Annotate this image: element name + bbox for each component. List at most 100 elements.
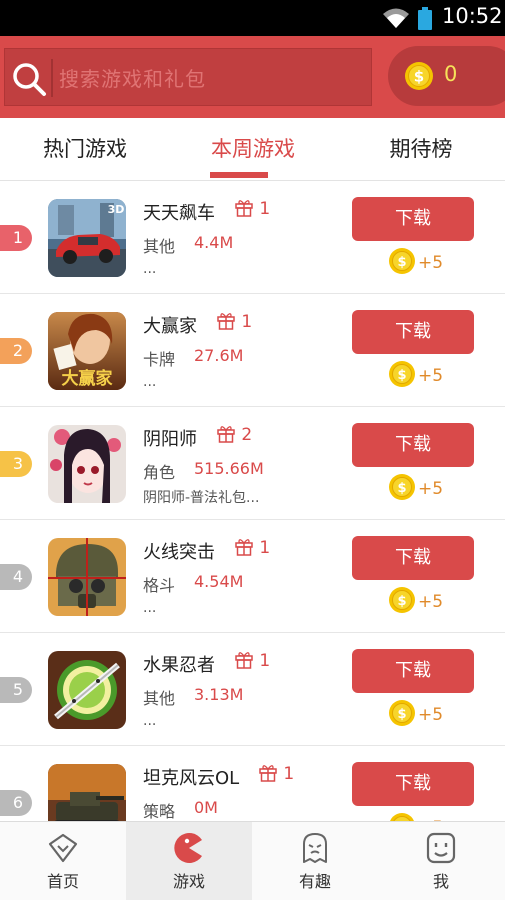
search-divider: [51, 59, 53, 97]
svg-text:$: $: [397, 594, 406, 609]
tab-expected[interactable]: 期待榜: [356, 118, 486, 180]
gift-count-text: 1: [259, 538, 271, 558]
status-bar: 10:52: [0, 0, 505, 36]
game-icon-onmyoji: [48, 425, 126, 503]
wifi-icon: [383, 8, 409, 28]
gift-count-text: 1: [259, 651, 271, 671]
tab-weekly-games[interactable]: 本周游戏: [188, 118, 318, 180]
game-row-1[interactable]: 1 3D 天天飙车 1 其他 4.4M ... 下载 $ +5: [0, 181, 505, 294]
game-icon-soldier: [48, 538, 126, 616]
coin-icon: $: [389, 248, 415, 274]
tab-hot-games[interactable]: 热门游戏: [20, 118, 150, 180]
game-row-2[interactable]: 2 大赢家 大赢家 1 卡牌 27.6M ... 下载 $ +5: [0, 294, 505, 407]
gift-icon: [259, 765, 277, 782]
game-desc: ...: [143, 374, 157, 390]
rank-badge: 1: [0, 225, 32, 251]
battery-icon: [418, 7, 432, 30]
gift-count-text: 1: [283, 764, 295, 784]
me-icon: [426, 832, 456, 864]
game-icon-tank: [48, 764, 126, 821]
download-button[interactable]: 下载: [352, 423, 474, 467]
nav-fun[interactable]: 有趣: [252, 822, 378, 900]
nav-label: 首页: [46, 872, 79, 891]
download-button[interactable]: 下载: [352, 762, 474, 806]
game-row-4[interactable]: 4 火线突击 1 格斗 4.54M ... 下载 $ +5: [0, 520, 505, 633]
svg-text:大赢家: 大赢家: [62, 368, 113, 389]
game-size: 0M: [194, 798, 218, 817]
nav-label: 我: [432, 872, 449, 891]
rank-badge: 3: [0, 451, 32, 477]
game-row-6[interactable]: 6 坦克风云OL 1 策略 0M 下载 $ +5: [0, 746, 505, 821]
svg-text:$: $: [397, 255, 406, 270]
svg-text:3D: 3D: [108, 203, 125, 216]
game-name: 水果忍者: [143, 655, 215, 676]
gift-count: 1: [234, 536, 270, 558]
svg-text:$: $: [414, 68, 424, 86]
game-icon-card: 大赢家: [48, 312, 126, 390]
game-category: 策略: [143, 802, 176, 821]
header: 搜索游戏和礼包 $ 0: [0, 36, 505, 118]
tab-bar: 热门游戏 本周游戏 期待榜: [0, 118, 505, 181]
reward-amount: +5: [418, 592, 444, 612]
gift-icon: [217, 313, 235, 330]
coin-icon: $: [389, 700, 415, 726]
game-desc: ...: [143, 600, 157, 616]
gift-count: 1: [258, 762, 294, 784]
reward-amount: +5: [418, 705, 444, 725]
svg-text:$: $: [397, 481, 406, 496]
game-category: 格斗: [143, 576, 176, 595]
game-size: 4.4M: [194, 233, 234, 252]
game-name: 坦克风云OL: [143, 768, 240, 789]
game-list[interactable]: 1 3D 天天飙车 1 其他 4.4M ... 下载 $ +5 2 大赢家 大赢…: [0, 181, 505, 821]
coin-icon: $: [389, 361, 415, 387]
gift-count: 1: [234, 197, 270, 219]
game-icon: [174, 833, 202, 863]
nav-games[interactable]: 游戏: [126, 822, 252, 900]
active-tab-indicator: [210, 172, 268, 178]
coin-count: 0: [444, 62, 458, 86]
gift-count-text: 1: [241, 312, 253, 332]
rank-badge: 2: [0, 338, 32, 364]
search-icon: [13, 63, 46, 96]
search-bar[interactable]: 搜索游戏和礼包: [4, 48, 372, 106]
game-size: 515.66M: [194, 459, 264, 478]
gift-count-text: 1: [259, 199, 271, 219]
game-row-5[interactable]: 5 水果忍者 1 其他 3.13M ... 下载 $ +5: [0, 633, 505, 746]
game-name: 阴阳师: [143, 429, 197, 450]
svg-text:$: $: [397, 707, 406, 722]
game-row-3[interactable]: 3 阴阳师 2 角色 515.66M 阴阳师-普法礼包... 下载 $ +5: [0, 407, 505, 520]
nav-home[interactable]: 首页: [0, 822, 126, 900]
bottom-nav: 首页 游戏 有趣 我: [0, 821, 505, 900]
nav-me[interactable]: 我: [378, 822, 504, 900]
game-size: 4.54M: [194, 572, 244, 591]
fun-icon: [303, 833, 327, 863]
gift-icon: [235, 539, 253, 556]
coin-icon: $: [389, 474, 415, 500]
download-button[interactable]: 下载: [352, 649, 474, 693]
gift-icon: [235, 652, 253, 669]
reward-amount: +5: [418, 366, 444, 386]
search-input[interactable]: 搜索游戏和礼包: [59, 63, 206, 92]
game-icon-fruit: [48, 651, 126, 729]
game-category: 角色: [143, 463, 176, 482]
game-name: 天天飙车: [143, 203, 215, 224]
gift-count: 2: [216, 423, 252, 445]
download-button[interactable]: 下载: [352, 197, 474, 241]
game-icon-racing: 3D: [48, 199, 126, 277]
download-button[interactable]: 下载: [352, 536, 474, 580]
download-button[interactable]: 下载: [352, 310, 474, 354]
game-size: 27.6M: [194, 346, 244, 365]
svg-text:$: $: [397, 368, 406, 383]
rank-badge: 5: [0, 677, 32, 703]
gift-count: 1: [234, 649, 270, 671]
nav-label: 游戏: [172, 872, 205, 891]
game-desc: ...: [143, 713, 157, 729]
rank-badge: 4: [0, 564, 32, 590]
game-name: 火线突击: [143, 542, 215, 563]
coin-icon: $: [405, 62, 433, 90]
gift-icon: [217, 426, 235, 443]
home-icon: [48, 833, 78, 863]
game-size: 3.13M: [194, 685, 244, 704]
game-desc: 阴阳师-普法礼包...: [143, 490, 260, 506]
coin-balance[interactable]: $ 0: [388, 46, 505, 106]
